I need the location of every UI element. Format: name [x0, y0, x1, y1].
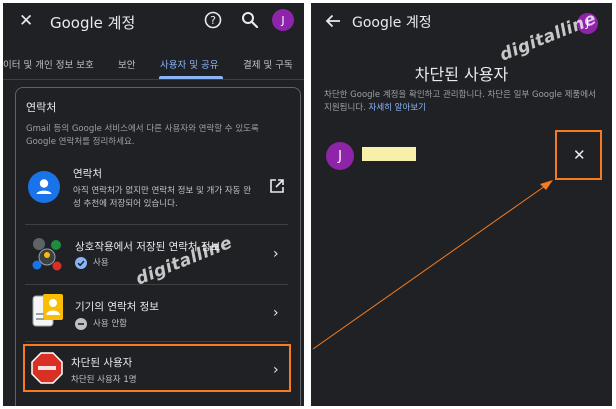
- annotation-arrow: [312, 180, 553, 350]
